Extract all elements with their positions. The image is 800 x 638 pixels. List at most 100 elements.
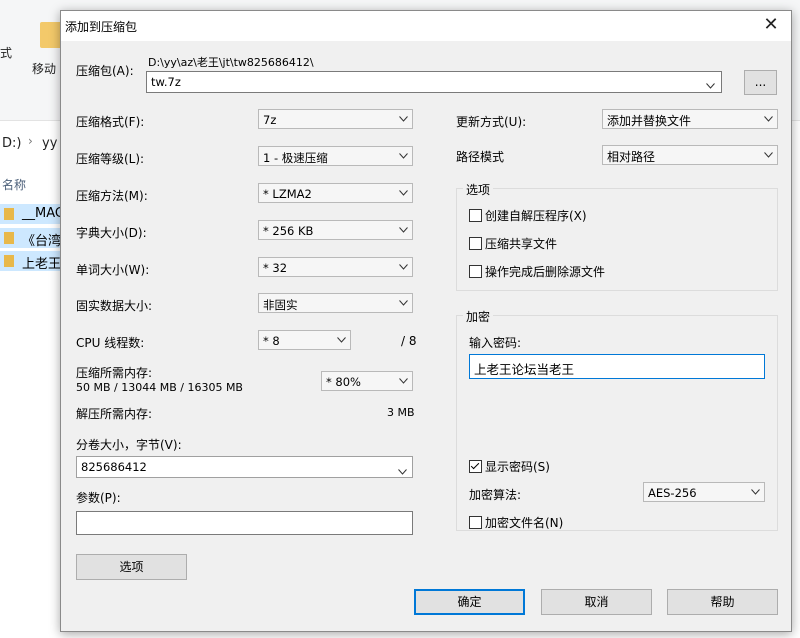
params-input[interactable]	[76, 511, 413, 535]
dict-size-label: 字典大小(D):	[76, 226, 147, 240]
chevron-down-icon	[764, 113, 773, 122]
chevron-right-icon: ›	[28, 134, 33, 148]
cpu-threads-total: / 8	[401, 334, 417, 348]
column-header-name[interactable]: 名称	[2, 176, 26, 193]
show-password-checkbox[interactable]: 显示密码(S)	[469, 458, 550, 475]
compress-shared-label: 压缩共享文件	[485, 237, 558, 251]
chevron-down-icon	[399, 187, 408, 196]
archive-path: D:\yy\az\老王\jt\tw825686412\	[148, 56, 314, 69]
update-mode-label: 更新方式(U):	[456, 115, 527, 129]
move-to-button[interactable]: 移动	[32, 60, 56, 77]
archive-name-value: tw.7z	[151, 75, 181, 89]
delete-after-label: 操作完成后删除源文件	[485, 265, 606, 279]
word-size-select[interactable]: * 32	[258, 257, 413, 277]
chevron-down-icon	[399, 297, 408, 306]
encryption-method-value: AES-256	[648, 486, 697, 500]
dialog-titlebar: 添加到压缩包 ✕	[61, 11, 791, 41]
chevron-down-icon	[399, 261, 408, 270]
format-value: 7z	[263, 113, 277, 127]
breadcrumb-folder[interactable]: yy	[42, 136, 57, 151]
update-mode-select[interactable]: 添加并替换文件	[602, 109, 778, 129]
dict-size-select[interactable]: * 256 KB	[258, 220, 413, 240]
chevron-down-icon	[706, 78, 715, 92]
method-label: 压缩方法(M):	[76, 189, 148, 203]
archive-label: 压缩包(A):	[76, 64, 134, 78]
options-group-title: 选项	[463, 181, 494, 198]
chevron-down-icon	[399, 375, 408, 384]
chevron-down-icon	[399, 224, 408, 233]
checkbox-box	[469, 265, 482, 278]
update-mode-value: 添加并替换文件	[607, 114, 692, 128]
cancel-button[interactable]: 取消	[541, 589, 652, 615]
encrypt-filenames-label: 加密文件名(N)	[485, 516, 564, 530]
file-row-label: 上老王	[22, 257, 62, 272]
solid-size-value: 非固实	[263, 298, 298, 312]
create-sfx-checkbox[interactable]: 创建自解压程序(X)	[469, 207, 587, 224]
solid-size-select[interactable]: 非固实	[258, 293, 413, 313]
encryption-group-title: 加密	[463, 308, 494, 325]
help-button[interactable]: 帮助	[667, 589, 778, 615]
breadcrumb-drive[interactable]: D:)	[2, 136, 21, 151]
file-row[interactable]: 《台湾	[0, 228, 62, 249]
chevron-down-icon	[398, 464, 407, 478]
checkbox-box	[469, 460, 482, 473]
password-value: 上老王论坛当老王	[474, 362, 575, 377]
dialog-title: 添加到压缩包	[65, 20, 138, 34]
memory-usage-select[interactable]: * 80%	[321, 371, 413, 391]
checkbox-box	[469, 237, 482, 250]
method-select[interactable]: * LZMA2	[258, 183, 413, 203]
show-password-label: 显示密码(S)	[485, 460, 550, 474]
cpu-threads-label: CPU 线程数:	[76, 336, 145, 350]
split-size-label: 分卷大小，字节(V):	[76, 438, 182, 452]
file-row-label: 《台湾	[22, 234, 62, 249]
path-mode-value: 相对路径	[607, 150, 656, 164]
word-size-value: * 32	[263, 261, 288, 275]
cpu-threads-value: * 8	[263, 334, 280, 348]
memory-info: 50 MB / 13044 MB / 16305 MB	[76, 381, 243, 394]
ribbon-label: 式	[0, 46, 13, 60]
encryption-method-select[interactable]: AES-256	[643, 482, 765, 502]
folder-icon	[4, 232, 14, 244]
chevron-down-icon	[399, 113, 408, 122]
password-label: 输入密码:	[469, 336, 522, 350]
add-to-archive-dialog: 添加到压缩包 ✕ 压缩包(A): D:\yy\az\老王\jt\tw825686…	[60, 10, 792, 632]
checkbox-box	[469, 209, 482, 222]
path-mode-select[interactable]: 相对路径	[602, 145, 778, 165]
folder-icon	[4, 208, 14, 220]
folder-icon	[40, 22, 62, 48]
compress-shared-checkbox[interactable]: 压缩共享文件	[469, 235, 557, 252]
file-row[interactable]: 上老王	[0, 251, 62, 272]
split-size-combo[interactable]: 825686412	[76, 456, 413, 478]
params-label: 参数(P):	[76, 491, 121, 505]
encrypt-filenames-checkbox[interactable]: 加密文件名(N)	[469, 514, 563, 531]
chevron-down-icon	[399, 150, 408, 159]
delete-after-checkbox[interactable]: 操作完成后删除源文件	[469, 263, 605, 280]
dict-size-value: * 256 KB	[263, 224, 314, 238]
close-icon[interactable]: ✕	[761, 14, 781, 35]
file-row[interactable]: __MAC	[0, 204, 64, 224]
memory-label: 压缩所需内存:	[76, 366, 153, 380]
format-label: 压缩格式(F):	[76, 115, 145, 129]
browse-button[interactable]: ...	[744, 70, 777, 95]
encryption-group: 加密 输入密码: 上老王论坛当老王 显示密码(S) 加密算法: AES-256 …	[456, 308, 778, 531]
format-select[interactable]: 7z	[258, 109, 413, 129]
checkbox-box	[469, 516, 482, 529]
file-row-label: __MAC	[22, 206, 64, 221]
folder-icon	[4, 255, 14, 267]
level-value: 1 - 极速压缩	[263, 151, 328, 165]
chevron-down-icon	[337, 334, 346, 343]
encryption-method-label: 加密算法:	[469, 488, 522, 502]
word-size-label: 单词大小(W):	[76, 263, 150, 277]
ok-button[interactable]: 确定	[414, 589, 525, 615]
options-group: 选项 创建自解压程序(X) 压缩共享文件 操作完成后删除源文件	[456, 181, 778, 291]
method-value: * LZMA2	[263, 187, 312, 201]
level-select[interactable]: 1 - 极速压缩	[258, 146, 413, 166]
password-input[interactable]: 上老王论坛当老王	[469, 354, 765, 379]
split-size-value: 825686412	[81, 460, 147, 474]
archive-name-combo[interactable]: tw.7z	[146, 71, 722, 93]
options-button[interactable]: 选项	[76, 554, 187, 580]
level-label: 压缩等级(L):	[76, 152, 145, 166]
create-sfx-label: 创建自解压程序(X)	[485, 209, 587, 223]
cpu-threads-select[interactable]: * 8	[258, 330, 351, 350]
path-mode-label: 路径模式	[456, 150, 505, 164]
